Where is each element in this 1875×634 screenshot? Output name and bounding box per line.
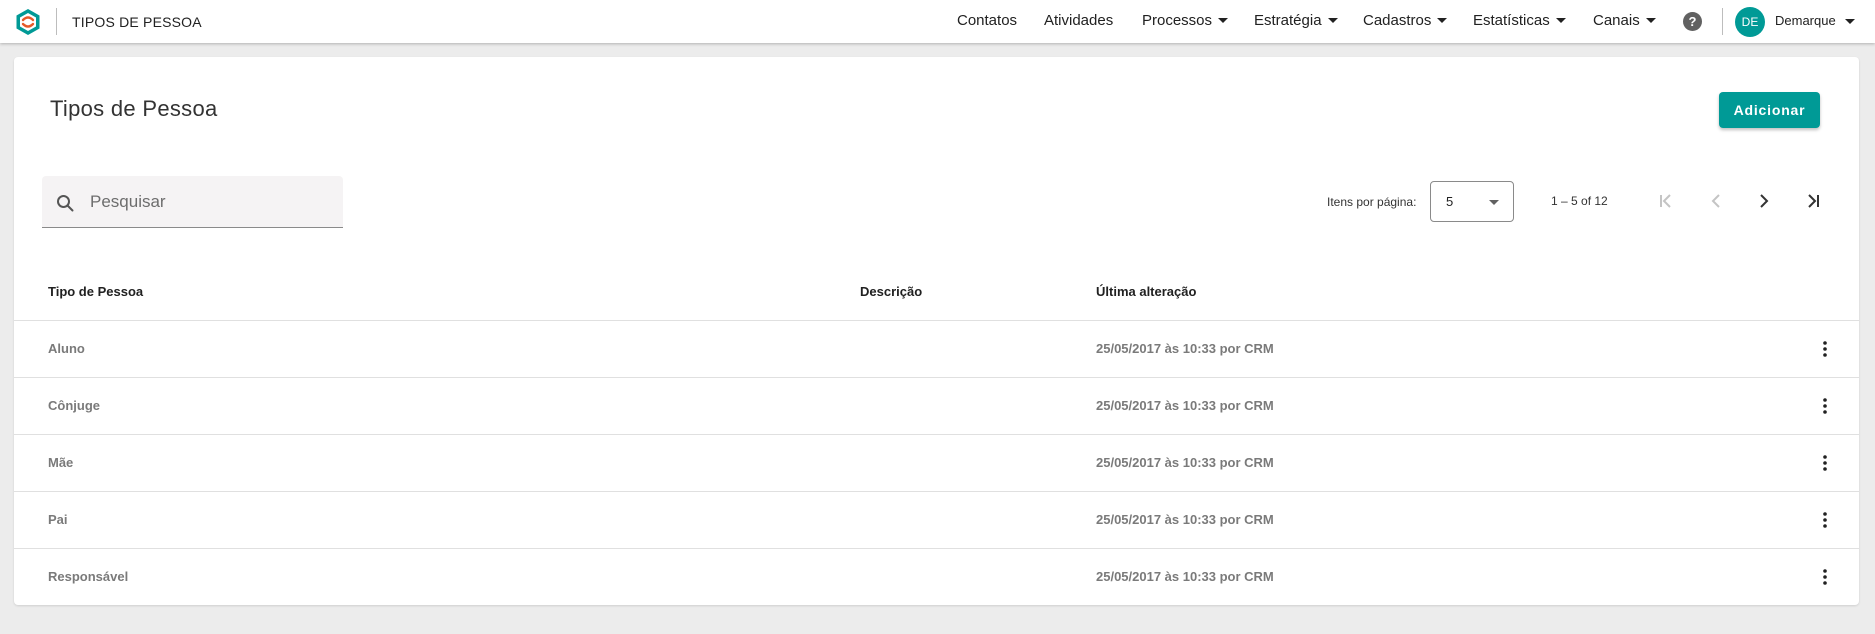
next-page-icon[interactable] — [1753, 190, 1775, 212]
cell-tipo: Pai — [48, 512, 68, 527]
cell-ultima-alteracao: 25/05/2017 às 10:33 por CRM — [1096, 398, 1274, 413]
pagination-range: 1 – 5 of 12 — [1551, 194, 1608, 208]
cell-tipo: Cônjuge — [48, 398, 100, 413]
top-bar: TIPOS DE PESSOA Contatos Atividades Proc… — [0, 0, 1875, 43]
app-title: TIPOS DE PESSOA — [72, 14, 202, 30]
more-vert-icon[interactable] — [1815, 567, 1835, 587]
nav-label: Processos — [1142, 12, 1213, 29]
divider — [56, 8, 57, 35]
nav-label: Cadastros — [1363, 12, 1432, 29]
caret-down-icon — [1218, 18, 1229, 23]
items-per-page-select[interactable]: 5 — [1430, 181, 1514, 222]
caret-down-icon — [1555, 18, 1566, 23]
nav-contatos[interactable]: Contatos — [957, 12, 1017, 29]
table-row[interactable]: Pai 25/05/2017 às 10:33 por CRM — [14, 491, 1859, 548]
cell-ultima-alteracao: 25/05/2017 às 10:33 por CRM — [1096, 569, 1274, 584]
nav-estatisticas[interactable]: Estatísticas — [1473, 12, 1566, 29]
column-header-tipo[interactable]: Tipo de Pessoa — [48, 284, 143, 299]
search-icon — [57, 195, 74, 212]
items-per-page-label: Itens por página: — [1327, 195, 1417, 209]
nav-label: Contatos — [957, 12, 1018, 29]
column-header-descricao[interactable]: Descrição — [860, 284, 922, 299]
search-box[interactable] — [42, 176, 343, 228]
table-row[interactable]: Mãe 25/05/2017 às 10:33 por CRM — [14, 434, 1859, 491]
caret-down-icon — [1437, 18, 1448, 23]
nav-atividades[interactable]: Atividades — [1044, 12, 1113, 29]
cell-tipo: Mãe — [48, 455, 74, 470]
cell-tipo: Responsável — [48, 569, 129, 584]
table-row[interactable]: Aluno 25/05/2017 às 10:33 por CRM — [14, 320, 1859, 377]
nav-estrategia[interactable]: Estratégia — [1254, 12, 1338, 29]
divider — [1722, 8, 1723, 35]
column-header-ultima-alteracao[interactable]: Última alteração — [1096, 284, 1196, 299]
hexagon-logo-icon[interactable] — [14, 8, 42, 36]
nav-cadastros[interactable]: Cadastros — [1363, 12, 1448, 29]
add-button[interactable]: Adicionar — [1719, 92, 1820, 128]
more-vert-icon[interactable] — [1815, 453, 1835, 473]
items-per-page-value: 5 — [1446, 194, 1454, 209]
cell-ultima-alteracao: 25/05/2017 às 10:33 por CRM — [1096, 455, 1274, 470]
table-row[interactable]: Responsável 25/05/2017 às 10:33 por CRM — [14, 548, 1859, 605]
avatar[interactable]: DE — [1735, 7, 1765, 37]
nav-label: Canais — [1593, 12, 1640, 29]
page-title: Tipos de Pessoa — [50, 96, 218, 121]
help-icon[interactable]: ? — [1683, 12, 1702, 31]
search-input[interactable] — [90, 176, 335, 227]
user-name[interactable]: Demarque — [1775, 13, 1836, 28]
caret-down-icon — [1489, 200, 1499, 205]
nav-label: Estratégia — [1254, 12, 1322, 29]
nav-label: Estatísticas — [1473, 12, 1550, 29]
caret-down-icon — [1645, 18, 1656, 23]
caret-down-icon — [1327, 18, 1338, 23]
nav-canais[interactable]: Canais — [1593, 12, 1656, 29]
more-vert-icon[interactable] — [1815, 339, 1835, 359]
more-vert-icon[interactable] — [1815, 510, 1835, 530]
more-vert-icon[interactable] — [1815, 396, 1835, 416]
cell-ultima-alteracao: 25/05/2017 às 10:33 por CRM — [1096, 341, 1274, 356]
previous-page-icon[interactable] — [1705, 190, 1727, 212]
table-row[interactable]: Cônjuge 25/05/2017 às 10:33 por CRM — [14, 377, 1859, 434]
nav-processos[interactable]: Processos — [1142, 12, 1229, 29]
last-page-icon[interactable] — [1802, 190, 1824, 212]
cell-tipo: Aluno — [48, 341, 85, 356]
cell-ultima-alteracao: 25/05/2017 às 10:33 por CRM — [1096, 512, 1274, 527]
first-page-icon[interactable] — [1655, 190, 1677, 212]
caret-down-icon[interactable] — [1845, 19, 1855, 24]
nav-label: Atividades — [1044, 12, 1114, 29]
